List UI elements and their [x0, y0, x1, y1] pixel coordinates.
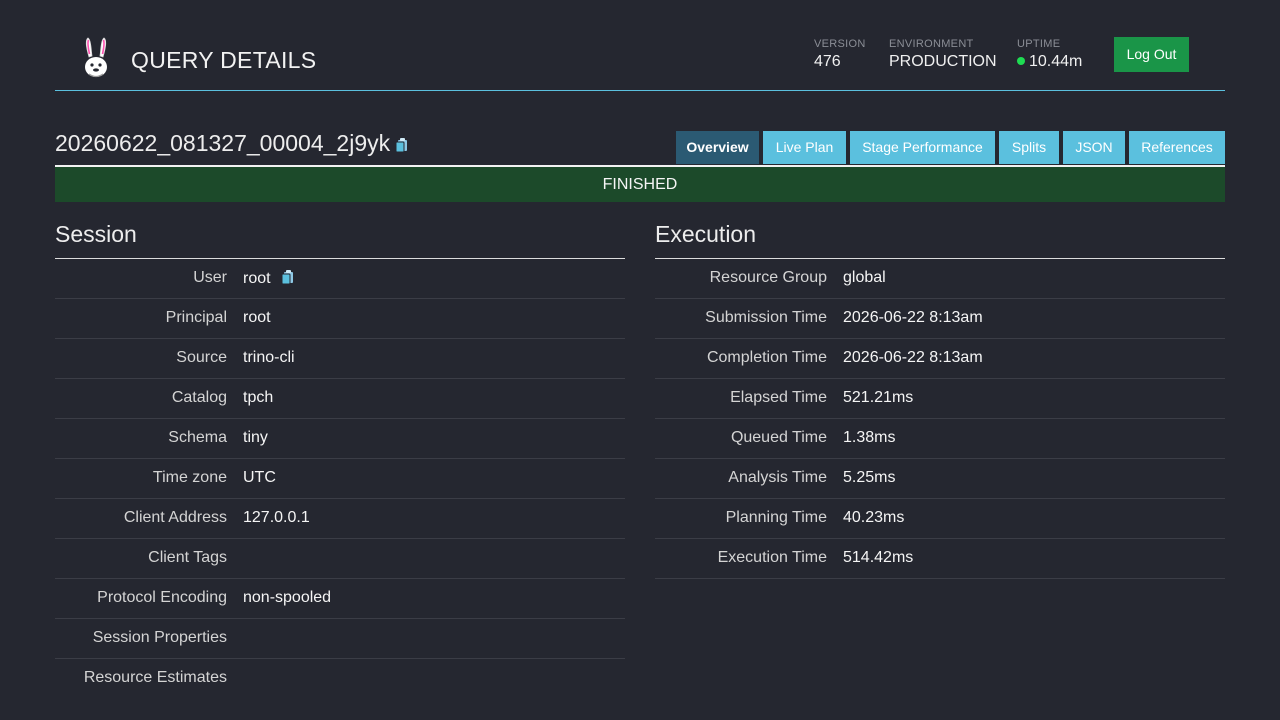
row-label: Client Address	[123, 509, 227, 526]
query-id-wrap: 20260622_081327_00004_2j9yk	[55, 130, 409, 157]
table-row: Resource Estimates	[55, 659, 625, 699]
user-value: root	[243, 270, 271, 287]
environment-stat: ENVIRONMENT PRODUCTION	[889, 38, 997, 71]
row-value: root	[243, 309, 271, 326]
row-label: Resource Estimates	[83, 669, 227, 686]
table-row: Client Tags	[55, 539, 625, 579]
row-value: UTC	[243, 469, 276, 486]
table-row: Catalog tpch	[55, 379, 625, 419]
row-value: global	[843, 269, 886, 286]
row-value: 127.0.0.1	[243, 509, 310, 526]
table-row: Principal root	[55, 299, 625, 339]
row-label: Principal	[165, 309, 227, 326]
row-value: 2026-06-22 8:13am	[843, 349, 983, 366]
row-label: Elapsed Time	[730, 389, 827, 406]
row-value: 40.23ms	[843, 509, 905, 526]
row-value: 5.25ms	[843, 469, 896, 486]
row-label: Session Properties	[92, 629, 227, 646]
tab-stage-performance[interactable]: Stage Performance	[850, 131, 995, 164]
clipboard-copy-icon[interactable]	[395, 137, 409, 153]
table-row: Elapsed Time 521.21ms	[655, 379, 1225, 419]
table-row: Analysis Time 5.25ms	[655, 459, 1225, 499]
tab-overview[interactable]: Overview	[676, 131, 759, 164]
row-label: Execution Time	[717, 549, 827, 566]
uptime-value: 10.44m	[1029, 53, 1083, 70]
table-row: Planning Time 40.23ms	[655, 499, 1225, 539]
row-label: Completion Time	[706, 349, 827, 366]
table-row: Source trino-cli	[55, 339, 625, 379]
table-row: Submission Time 2026-06-22 8:13am	[655, 299, 1225, 339]
row-label: User	[193, 269, 227, 286]
row-label: Queued Time	[730, 429, 827, 446]
table-row: Execution Time 514.42ms	[655, 539, 1225, 579]
page-title: QUERY DETAILS	[131, 47, 317, 73]
environment-label: ENVIRONMENT	[889, 38, 974, 50]
clipboard-copy-icon[interactable]	[281, 269, 295, 285]
query-id: 20260622_081327_00004_2j9yk	[55, 130, 391, 156]
row-value: 521.21ms	[843, 389, 914, 406]
row-label: Time zone	[152, 469, 227, 486]
logout-button[interactable]: Log Out	[1114, 37, 1189, 72]
table-row: Session Properties	[55, 619, 625, 659]
row-value: tpch	[243, 389, 274, 406]
execution-section: Execution Resource Group global Submissio…	[655, 220, 1225, 579]
table-row: Client Address 127.0.0.1	[55, 499, 625, 539]
version-label: VERSION	[814, 38, 866, 50]
version-stat: VERSION 476	[814, 38, 866, 71]
page: QUERY DETAILS VERSION 476 ENVIRONMENT PR…	[55, 0, 1225, 686]
uptime-stat: UPTIME 10.44m	[1017, 38, 1082, 71]
execution-title: Execution	[655, 220, 1225, 259]
row-value: tiny	[243, 429, 268, 446]
tab-live-plan[interactable]: Live Plan	[763, 131, 846, 164]
row-label: Submission Time	[705, 309, 827, 326]
tab-splits[interactable]: Splits	[999, 131, 1059, 164]
row-value: 2026-06-22 8:13am	[843, 309, 983, 326]
tab-references[interactable]: References	[1129, 131, 1225, 164]
table-row: Resource Group global	[655, 259, 1225, 299]
row-value: trino-cli	[243, 349, 295, 366]
row-value: root	[243, 269, 295, 288]
row-value: 514.42ms	[843, 549, 914, 566]
header: QUERY DETAILS VERSION 476 ENVIRONMENT PR…	[55, 0, 1225, 91]
table-row: Time zone UTC	[55, 459, 625, 499]
session-title: Session	[55, 220, 625, 259]
environment-value: PRODUCTION	[889, 53, 997, 70]
version-value: 476	[814, 53, 841, 70]
uptime-value-wrap: 10.44m	[1017, 53, 1082, 71]
table-row: Schema tiny	[55, 419, 625, 459]
tab-json[interactable]: JSON	[1063, 131, 1125, 164]
uptime-label: UPTIME	[1017, 38, 1061, 50]
row-label: Catalog	[171, 389, 227, 406]
row-label: Analysis Time	[728, 469, 827, 486]
table-row: User root	[55, 259, 625, 299]
table-row: Protocol Encoding non-spooled	[55, 579, 625, 619]
query-header: 20260622_081327_00004_2j9yk Overview Liv…	[55, 91, 1225, 165]
status-badge: FINISHED	[55, 167, 1225, 202]
row-label: Protocol Encoding	[97, 589, 227, 606]
tab-bar: Overview Live Plan Stage Performance Spl…	[672, 131, 1225, 164]
row-value: non-spooled	[243, 589, 332, 606]
row-label: Source	[176, 349, 227, 366]
row-label: Schema	[168, 429, 227, 446]
table-row: Queued Time 1.38ms	[655, 419, 1225, 459]
row-label: Planning Time	[725, 509, 827, 526]
status-dot-icon	[1017, 57, 1025, 65]
bunny-logo-icon[interactable]	[80, 37, 112, 79]
session-section: Session User root Principal root Source tri…	[55, 220, 625, 699]
table-row: Completion Time 2026-06-22 8:13am	[655, 339, 1225, 379]
row-label: Resource Group	[709, 269, 827, 286]
row-label: Client Tags	[148, 549, 227, 566]
row-value: 1.38ms	[843, 429, 896, 446]
